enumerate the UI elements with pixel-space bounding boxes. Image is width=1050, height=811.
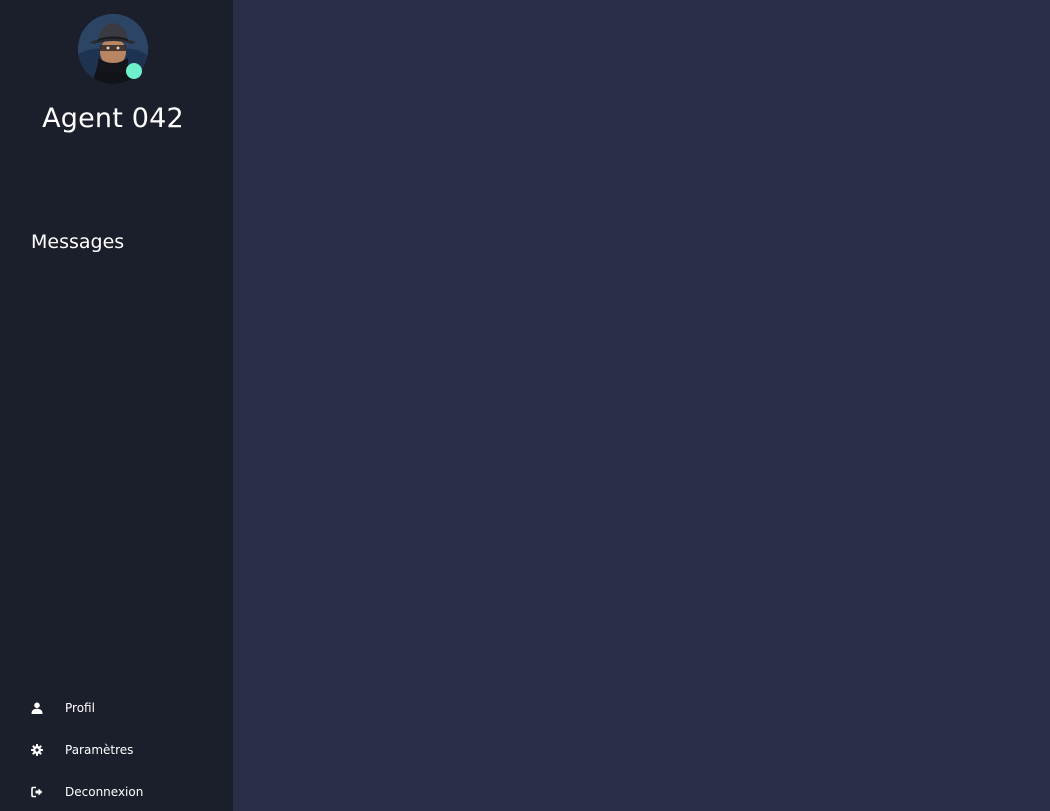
main-content-area: [233, 0, 1050, 811]
menu-item-label: Profil: [65, 701, 95, 715]
username: Agent 042: [42, 103, 184, 134]
menu-item-label: Paramètres: [65, 743, 134, 757]
user-icon: [31, 702, 43, 714]
user-avatar-container[interactable]: [78, 14, 148, 84]
app-root: Agent 042 Messages Profil Paramètres Dec…: [0, 0, 1050, 811]
menu-item-profil[interactable]: Profil: [31, 696, 95, 720]
gear-icon: [31, 744, 43, 756]
online-status-indicator: [126, 63, 142, 79]
messages-section-title[interactable]: Messages: [31, 229, 124, 255]
menu-item-deconnexion[interactable]: Deconnexion: [31, 780, 143, 804]
menu-item-parametres[interactable]: Paramètres: [31, 738, 133, 762]
sign-out-icon: [31, 786, 43, 798]
sidebar: Agent 042 Messages Profil Paramètres Dec…: [0, 0, 233, 811]
menu-item-label: Deconnexion: [65, 785, 144, 799]
